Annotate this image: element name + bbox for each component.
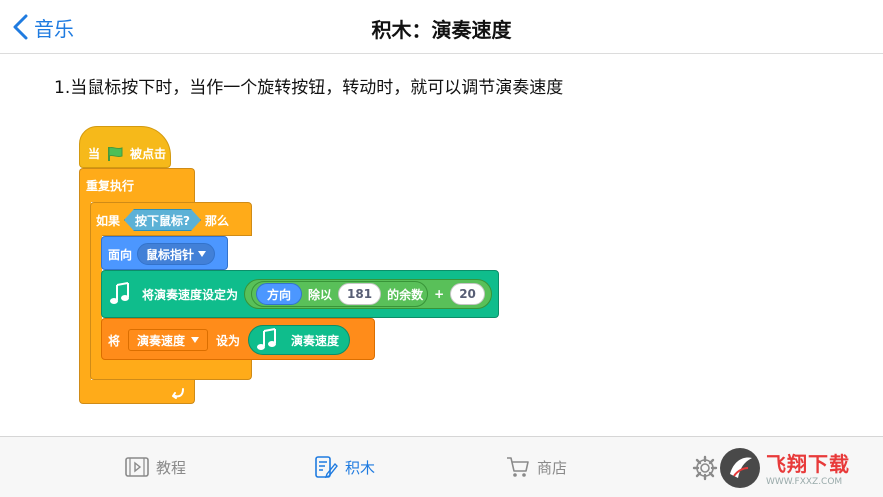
forever-block[interactable]: 重复执行 bbox=[79, 168, 195, 202]
loop-arrow-icon bbox=[172, 388, 184, 399]
tab-store[interactable]: 商店 bbox=[505, 454, 567, 480]
tab-blocks-label: 积木 bbox=[345, 458, 376, 477]
instruction-text: 1.当鼠标按下时，当作一个旋转按钮，转动时，就可以调节演奏速度 bbox=[54, 78, 564, 98]
if-then-block[interactable]: 如果 按下鼠标? 那么 bbox=[90, 202, 252, 236]
watermark: 飞翔下载 WWW.FXXZ.COM bbox=[718, 438, 883, 497]
hat-when-label: 当 bbox=[88, 147, 101, 161]
caret-down-icon bbox=[198, 251, 207, 257]
variable-name: 演奏速度 bbox=[137, 333, 186, 348]
mouse-down-condition[interactable]: 按下鼠标? bbox=[124, 209, 201, 231]
watermark-main-text: 飞翔下载 bbox=[766, 452, 850, 476]
page-title: 积木：演奏速度 bbox=[371, 18, 512, 42]
if-then-label: 那么 bbox=[204, 213, 229, 228]
mod-operator[interactable]: 方向 除以 181 的余数 bbox=[251, 281, 429, 307]
shopping-cart-icon bbox=[507, 457, 529, 477]
tab-blocks[interactable]: 积木 bbox=[313, 454, 375, 480]
music-note-icon bbox=[257, 328, 277, 350]
watermark-logo-icon bbox=[720, 447, 760, 488]
add-value-input[interactable]: 20 bbox=[450, 283, 485, 305]
watermark-sub-text: WWW.FXXZ.COM bbox=[766, 477, 843, 487]
set-tempo-label: 将演奏速度设定为 bbox=[142, 287, 239, 302]
plus-label: + bbox=[434, 287, 445, 301]
set-to-label: 设为 bbox=[216, 333, 241, 348]
mod-label: 除以 bbox=[308, 287, 333, 302]
tab-store-label: 商店 bbox=[537, 458, 568, 477]
tempo-reporter-label: 演奏速度 bbox=[291, 333, 340, 348]
tab-tutorial[interactable]: 教程 bbox=[124, 454, 186, 480]
video-play-icon bbox=[125, 457, 149, 477]
tempo-reporter[interactable]: 演奏速度 bbox=[248, 325, 351, 355]
gear-icon[interactable] bbox=[692, 455, 718, 481]
nav-header: 音乐 积木：演奏速度 bbox=[0, 0, 883, 54]
set-tempo-block[interactable]: 将演奏速度设定为 方向 除以 181 的余数 + 20 bbox=[101, 270, 499, 318]
block-script: 当 被点击 重复执行 如果 按下鼠标? 那么 面向 鼠标指针 将演奏速度设定为 … bbox=[0, 110, 883, 430]
green-flag-icon bbox=[108, 146, 123, 161]
point-towards-label: 面向 bbox=[108, 247, 133, 262]
if-label: 如果 bbox=[96, 213, 121, 228]
remainder-label: 的余数 bbox=[387, 287, 424, 302]
tab-tutorial-label: 教程 bbox=[156, 458, 187, 477]
point-towards-block[interactable]: 面向 鼠标指针 bbox=[101, 236, 228, 270]
forever-label: 重复执行 bbox=[86, 179, 135, 193]
when-flag-clicked-block[interactable]: 当 被点击 bbox=[79, 126, 171, 168]
music-note-icon bbox=[110, 282, 129, 304]
variable-dropdown[interactable]: 演奏速度 bbox=[128, 329, 209, 351]
point-target-value: 鼠标指针 bbox=[146, 247, 195, 262]
add-operator[interactable]: 方向 除以 181 的余数 + 20 bbox=[244, 279, 492, 309]
caret-down-icon bbox=[191, 337, 200, 343]
point-target-dropdown[interactable]: 鼠标指针 bbox=[137, 243, 216, 265]
blocks-edit-icon bbox=[315, 456, 338, 479]
set-var-prefix: 将 bbox=[108, 333, 121, 348]
direction-reporter[interactable]: 方向 bbox=[256, 283, 303, 305]
mod-value-input[interactable]: 181 bbox=[338, 283, 382, 305]
set-variable-block[interactable]: 将 演奏速度 设为 演奏速度 bbox=[101, 318, 375, 360]
hat-clicked-label: 被点击 bbox=[130, 147, 167, 161]
if-block-foot bbox=[90, 358, 252, 380]
